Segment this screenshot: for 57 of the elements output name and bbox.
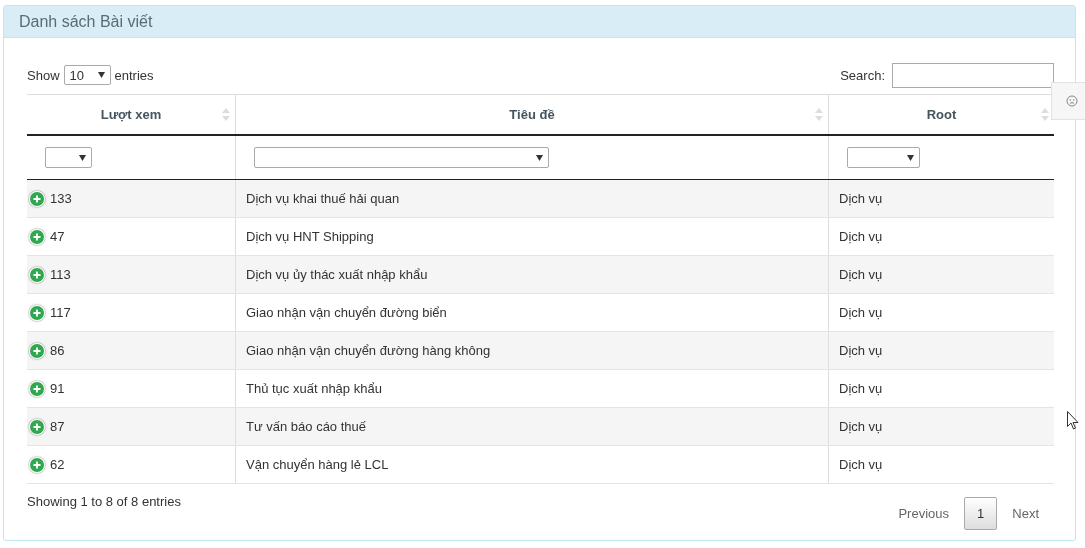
show-label: Show <box>27 67 60 83</box>
view-count: 133 <box>50 191 72 206</box>
expand-icon[interactable] <box>29 228 45 245</box>
view-count: 117 <box>50 305 71 320</box>
table-info: Showing 1 to 8 of 8 entries <box>27 494 181 509</box>
filter-select[interactable] <box>254 147 549 168</box>
filter-select[interactable] <box>45 147 92 168</box>
table-cell: Dịch vụ <box>828 293 1054 332</box>
panel-title: Danh sách Bài viết <box>19 12 153 31</box>
expand-icon[interactable] <box>29 266 45 283</box>
search-label: Search: <box>840 67 885 83</box>
sort-icon <box>815 108 823 121</box>
filter-select[interactable] <box>847 147 920 168</box>
sort-icon <box>1041 108 1049 121</box>
table-cell: Giao nhận vận chuyển đường hàng không <box>235 331 829 370</box>
view-count: 87 <box>50 419 65 434</box>
table-cell: Vận chuyển hàng lẻ LCL <box>235 445 829 484</box>
page-button[interactable]: 1 <box>964 497 998 530</box>
table-cell: Dịch vụ ủy thác xuất nhập khẩu <box>235 255 829 294</box>
table-cell: Thủ tục xuất nhập khẩu <box>235 369 829 408</box>
expand-icon[interactable] <box>29 456 45 473</box>
side-tab[interactable] <box>1051 82 1085 120</box>
caret-icon <box>97 72 105 78</box>
face-icon <box>1066 95 1078 107</box>
sort-icon <box>222 108 230 121</box>
table-cell: Dịch vụ <box>828 179 1054 218</box>
table-cell: Dịch vụ <box>828 331 1054 370</box>
caret-icon <box>79 154 86 161</box>
expand-icon[interactable] <box>29 190 45 207</box>
expand-icon[interactable] <box>29 342 45 359</box>
table-cell: Dịch vụ <box>828 369 1054 408</box>
table-cell: Tư vấn báo cáo thuế <box>235 407 829 446</box>
table-cell: Dịch vụ <box>828 407 1054 446</box>
previous-button[interactable]: Previous <box>883 497 965 530</box>
view-count: 86 <box>50 343 65 358</box>
view-count: 47 <box>50 229 65 244</box>
table-cell: Giao nhận vận chuyển đường biển <box>235 293 829 332</box>
table-cell: Dịch vụ <box>828 217 1054 256</box>
expand-icon[interactable] <box>29 304 45 321</box>
view-count: 91 <box>50 381 65 396</box>
view-count: 62 <box>50 457 65 472</box>
caret-icon <box>536 154 543 161</box>
next-button[interactable]: Next <box>997 497 1054 530</box>
table-cell: Dịch vụ <box>828 445 1054 484</box>
expand-icon[interactable] <box>29 380 45 397</box>
column-header[interactable]: Tiêu đề <box>235 94 829 135</box>
caret-icon <box>907 154 914 161</box>
entries-label: entries <box>114 67 154 83</box>
table-cell: Dịch vụ HNT Shipping <box>235 217 829 256</box>
table-cell: Dịch vụ khai thuế hải quan <box>235 179 829 218</box>
view-count: 113 <box>50 267 71 282</box>
page-size-select[interactable]: 10 <box>63 65 111 85</box>
search-field[interactable] <box>892 62 1054 88</box>
table-cell: Dịch vụ <box>828 255 1054 294</box>
column-header[interactable]: Lượt xem <box>27 94 236 135</box>
expand-icon[interactable] <box>29 418 45 435</box>
mouse-cursor-icon <box>1067 411 1079 430</box>
